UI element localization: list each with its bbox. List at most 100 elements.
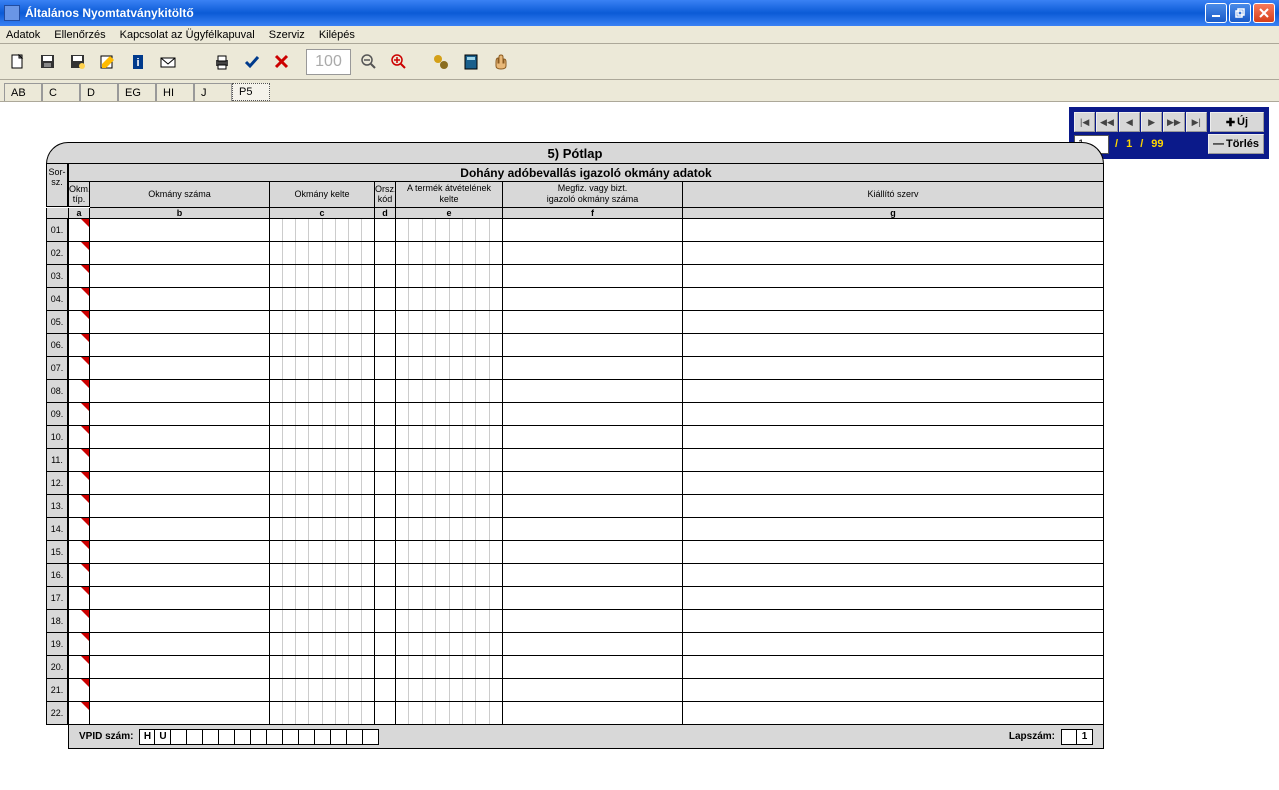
cell-c[interactable]: [270, 633, 375, 656]
cell-c[interactable]: [270, 426, 375, 449]
cell-g[interactable]: [683, 242, 1104, 265]
cell-b[interactable]: [90, 702, 270, 725]
cell-g[interactable]: [683, 587, 1104, 610]
cell-e[interactable]: [396, 380, 503, 403]
cell-d[interactable]: [375, 564, 396, 587]
cell-c[interactable]: [270, 380, 375, 403]
nav-next-fast-button[interactable]: ▶▶: [1163, 112, 1184, 132]
cell-d[interactable]: [375, 334, 396, 357]
tab-eg[interactable]: EG: [118, 83, 156, 101]
tab-j[interactable]: J: [194, 83, 232, 101]
cell-f[interactable]: [503, 219, 683, 242]
cell-a[interactable]: [68, 380, 90, 403]
menu-adatok[interactable]: Adatok: [6, 29, 40, 41]
cell-e[interactable]: [396, 472, 503, 495]
cell-b[interactable]: [90, 311, 270, 334]
vpid-cell[interactable]: [267, 729, 283, 745]
cell-g[interactable]: [683, 449, 1104, 472]
cell-e[interactable]: [396, 541, 503, 564]
cell-g[interactable]: [683, 702, 1104, 725]
cell-b[interactable]: [90, 334, 270, 357]
cell-d[interactable]: [375, 357, 396, 380]
menu-kapcsolat[interactable]: Kapcsolat az Ügyfélkapuval: [120, 29, 255, 41]
cell-c[interactable]: [270, 679, 375, 702]
nav-prev-button[interactable]: ◀: [1119, 112, 1140, 132]
cell-a[interactable]: [68, 288, 90, 311]
cell-d[interactable]: [375, 311, 396, 334]
cell-f[interactable]: [503, 449, 683, 472]
cell-e[interactable]: [396, 426, 503, 449]
cell-a[interactable]: [68, 702, 90, 725]
save-as-button[interactable]: [66, 50, 90, 74]
cell-d[interactable]: [375, 702, 396, 725]
cell-b[interactable]: [90, 518, 270, 541]
cell-a[interactable]: [68, 449, 90, 472]
cell-g[interactable]: [683, 403, 1104, 426]
vpid-cell[interactable]: [251, 729, 267, 745]
tab-hi[interactable]: HI: [156, 83, 194, 101]
cell-e[interactable]: [396, 311, 503, 334]
nav-first-button[interactable]: |◀: [1074, 112, 1095, 132]
cell-g[interactable]: [683, 311, 1104, 334]
zoom-out-button[interactable]: [357, 50, 381, 74]
cell-f[interactable]: [503, 495, 683, 518]
cell-f[interactable]: [503, 288, 683, 311]
cell-c[interactable]: [270, 656, 375, 679]
cell-b[interactable]: [90, 610, 270, 633]
cell-a[interactable]: [68, 426, 90, 449]
cell-g[interactable]: [683, 656, 1104, 679]
cancel-button[interactable]: [270, 50, 294, 74]
lapszam-value[interactable]: 1: [1077, 729, 1093, 745]
vpid-cell[interactable]: [283, 729, 299, 745]
cell-e[interactable]: [396, 219, 503, 242]
cell-e[interactable]: [396, 633, 503, 656]
cell-a[interactable]: [68, 357, 90, 380]
cell-b[interactable]: [90, 426, 270, 449]
cell-b[interactable]: [90, 357, 270, 380]
settings-button[interactable]: [429, 50, 453, 74]
cell-d[interactable]: [375, 518, 396, 541]
nav-delete-button[interactable]: —Törlés: [1208, 134, 1264, 154]
cell-e[interactable]: [396, 449, 503, 472]
print-button[interactable]: [210, 50, 234, 74]
tab-c[interactable]: C: [42, 83, 80, 101]
cell-c[interactable]: [270, 541, 375, 564]
edit-button[interactable]: [96, 50, 120, 74]
nav-last-button[interactable]: ▶|: [1186, 112, 1207, 132]
cell-d[interactable]: [375, 242, 396, 265]
cell-c[interactable]: [270, 288, 375, 311]
cell-e[interactable]: [396, 679, 503, 702]
cell-b[interactable]: [90, 495, 270, 518]
cell-f[interactable]: [503, 380, 683, 403]
cell-g[interactable]: [683, 633, 1104, 656]
cell-c[interactable]: [270, 265, 375, 288]
cell-c[interactable]: [270, 219, 375, 242]
info-button[interactable]: i: [126, 50, 150, 74]
cell-f[interactable]: [503, 403, 683, 426]
cell-f[interactable]: [503, 564, 683, 587]
cell-b[interactable]: [90, 288, 270, 311]
cell-a[interactable]: [68, 311, 90, 334]
cell-e[interactable]: [396, 403, 503, 426]
cell-e[interactable]: [396, 357, 503, 380]
cell-c[interactable]: [270, 610, 375, 633]
cell-e[interactable]: [396, 265, 503, 288]
cell-g[interactable]: [683, 265, 1104, 288]
check-button[interactable]: [240, 50, 264, 74]
nav-next-button[interactable]: ▶: [1141, 112, 1162, 132]
cell-c[interactable]: [270, 564, 375, 587]
cell-b[interactable]: [90, 380, 270, 403]
cell-e[interactable]: [396, 564, 503, 587]
close-button[interactable]: [1253, 3, 1275, 23]
cell-c[interactable]: [270, 334, 375, 357]
cell-g[interactable]: [683, 380, 1104, 403]
cell-a[interactable]: [68, 334, 90, 357]
cell-d[interactable]: [375, 449, 396, 472]
cell-a[interactable]: [68, 633, 90, 656]
cell-g[interactable]: [683, 518, 1104, 541]
cell-g[interactable]: [683, 564, 1104, 587]
cell-f[interactable]: [503, 265, 683, 288]
cell-f[interactable]: [503, 357, 683, 380]
cell-b[interactable]: [90, 587, 270, 610]
cell-d[interactable]: [375, 656, 396, 679]
